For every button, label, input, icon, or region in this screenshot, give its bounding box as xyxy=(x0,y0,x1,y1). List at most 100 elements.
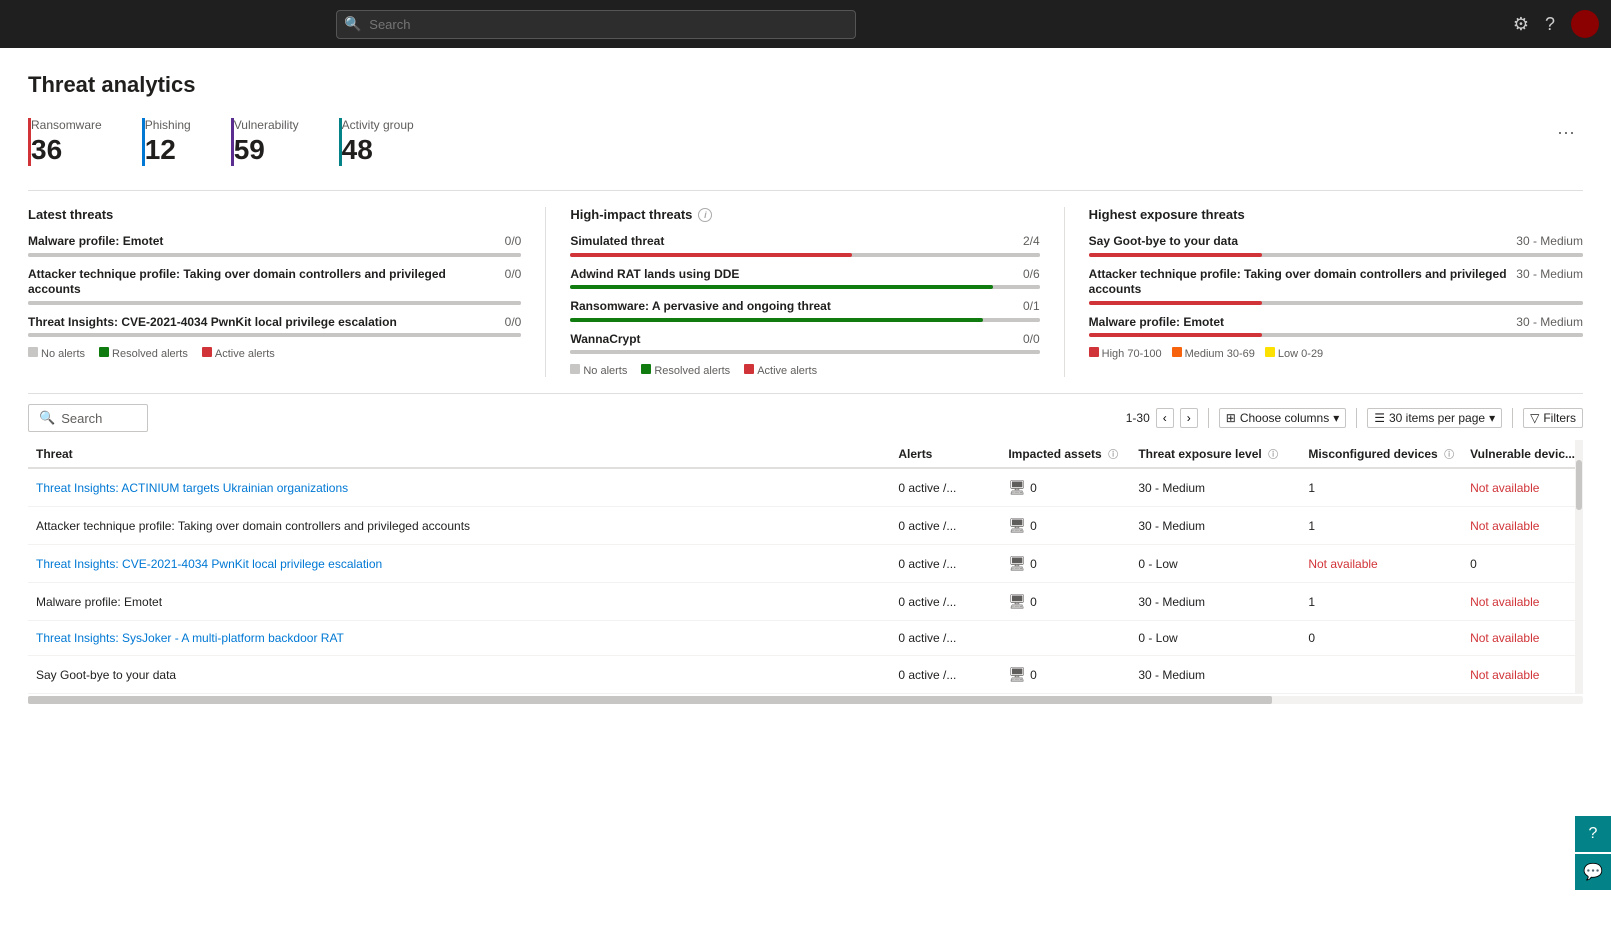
exp-threat-score-3: 30 - Medium xyxy=(1516,315,1583,331)
hi-threat-row-2[interactable]: Adwind RAT lands using DDE 0/6 xyxy=(570,267,1039,290)
chart-button[interactable]: 💬 xyxy=(1575,854,1611,890)
exp-legend-high: High 70-100 xyxy=(1102,348,1162,360)
more-button[interactable]: ··· xyxy=(1549,118,1583,147)
feedback-button[interactable]: ? xyxy=(1575,816,1611,852)
row4-vulnerable: Not available xyxy=(1462,583,1583,621)
row3-threat[interactable]: Threat Insights: CVE-2021-4034 PwnKit lo… xyxy=(28,545,890,583)
exp-bar-3 xyxy=(1089,333,1583,337)
row5-threat[interactable]: Threat Insights: SysJoker - A multi-plat… xyxy=(28,621,890,656)
stat-activity-group[interactable]: Activity group 48 xyxy=(339,118,434,166)
filters-label: Filters xyxy=(1543,411,1576,425)
col-vulnerable: Vulnerable devic... xyxy=(1462,440,1583,468)
col-exposure: Threat exposure level ⓘ xyxy=(1130,440,1300,468)
row1-impacted: 🖥 0 xyxy=(1000,468,1130,507)
horizontal-scrollbar[interactable] xyxy=(28,696,1583,704)
pagination: 1-30 ‹ › ⊞ Choose columns ▾ ☰ 30 items p… xyxy=(1126,408,1583,428)
stat-phishing[interactable]: Phishing 12 xyxy=(142,118,211,166)
row2-vulnerable: Not available xyxy=(1462,507,1583,545)
stat-vulnerability-label: Vulnerability xyxy=(234,118,299,132)
row4-exposure: 30 - Medium xyxy=(1130,583,1300,621)
table-header-row: Threat Alerts Impacted assets ⓘ Threat e… xyxy=(28,440,1583,468)
latest-threats-panel: Latest threats Malware profile: Emotet 0… xyxy=(28,207,546,377)
exposure-legend: High 70-100 Medium 30-69 Low 0-29 xyxy=(1089,347,1583,360)
row3-vulnerable: 0 xyxy=(1462,545,1583,583)
row5-alerts: 0 active /... xyxy=(890,621,1000,656)
table-row[interactable]: Malware profile: Emotet 0 active /... 🖥 … xyxy=(28,583,1583,621)
row1-alerts: 0 active /... xyxy=(890,468,1000,507)
table-row[interactable]: Threat Insights: SysJoker - A multi-plat… xyxy=(28,621,1583,656)
pagination-prev[interactable]: ‹ xyxy=(1156,408,1174,428)
exposure-info-icon: ⓘ xyxy=(1268,450,1278,461)
row6-alerts: 0 active /... xyxy=(890,656,1000,694)
exp-threat-row-2[interactable]: Attacker technique profile: Taking over … xyxy=(1089,267,1583,305)
row3-exposure: 0 - Low xyxy=(1130,545,1300,583)
row6-vulnerable: Not available xyxy=(1462,656,1583,694)
per-page-label: 30 items per page xyxy=(1389,411,1485,425)
stat-ransomware[interactable]: Ransomware 36 xyxy=(28,118,122,166)
stat-ransomware-label: Ransomware xyxy=(31,118,102,132)
impacted-icon: 🖥 xyxy=(1008,666,1026,683)
per-page-chevron: ▾ xyxy=(1489,411,1495,425)
toolbar-sep-3 xyxy=(1512,408,1513,428)
row2-misconfigured: 1 xyxy=(1300,507,1462,545)
row4-threat: Malware profile: Emotet xyxy=(28,583,890,621)
main-content: Threat analytics Ransomware 36 Phishing … xyxy=(0,48,1611,950)
exp-legend-medium: Medium 30-69 xyxy=(1185,348,1255,360)
row6-exposure: 30 - Medium xyxy=(1130,656,1300,694)
threat-score-2: 0/0 xyxy=(505,267,522,298)
hi-threat-name-3: Ransomware: A pervasive and ongoing thre… xyxy=(570,299,831,315)
row4-alerts: 0 active /... xyxy=(890,583,1000,621)
hi-bar-3 xyxy=(570,318,1039,322)
h-scrollbar-thumb[interactable] xyxy=(28,696,1272,704)
hi-legend-resolved: Resolved alerts xyxy=(654,365,730,377)
highest-exposure-panel: Highest exposure threats Say Goot-bye to… xyxy=(1065,207,1583,377)
row6-threat: Say Goot-bye to your data xyxy=(28,656,890,694)
exp-threat-row-1[interactable]: Say Goot-bye to your data 30 - Medium xyxy=(1089,234,1583,257)
row6-impacted: 🖥 0 xyxy=(1000,656,1130,694)
hi-threat-row-1[interactable]: Simulated threat 2/4 xyxy=(570,234,1039,257)
stat-phishing-label: Phishing xyxy=(145,118,191,132)
table-row[interactable]: Threat Insights: ACTINIUM targets Ukrain… xyxy=(28,468,1583,507)
pagination-next[interactable]: › xyxy=(1180,408,1198,428)
settings-icon[interactable]: ⚙ xyxy=(1513,14,1529,35)
filters-button[interactable]: ▽ Filters xyxy=(1523,408,1583,428)
choose-columns-button[interactable]: ⊞ Choose columns ▾ xyxy=(1219,408,1346,428)
filters-icon: ▽ xyxy=(1530,411,1539,425)
table-row[interactable]: Say Goot-bye to your data 0 active /... … xyxy=(28,656,1583,694)
latest-legend: No alerts Resolved alerts Active alerts xyxy=(28,347,521,360)
exp-threat-row-3[interactable]: Malware profile: Emotet 30 - Medium xyxy=(1089,315,1583,338)
col-threat: Threat xyxy=(28,440,890,468)
page-title: Threat analytics xyxy=(28,72,1583,98)
table-row[interactable]: Attacker technique profile: Taking over … xyxy=(28,507,1583,545)
topbar-right: ⚙ ? xyxy=(1513,10,1599,38)
table-wrapper: Threat Alerts Impacted assets ⓘ Threat e… xyxy=(28,440,1583,694)
toolbar-sep-1 xyxy=(1208,408,1209,428)
stat-vulnerability[interactable]: Vulnerability 59 xyxy=(231,118,319,166)
help-icon[interactable]: ? xyxy=(1545,14,1555,35)
threat-row-2[interactable]: Attacker technique profile: Taking over … xyxy=(28,267,521,305)
threat-row-1[interactable]: Malware profile: Emotet 0/0 xyxy=(28,234,521,257)
hi-threat-row-4[interactable]: WannaCrypt 0/0 xyxy=(570,332,1039,355)
avatar[interactable] xyxy=(1571,10,1599,38)
threat-row-3[interactable]: Threat Insights: CVE-2021-4034 PwnKit lo… xyxy=(28,315,521,338)
search-input[interactable] xyxy=(336,10,856,39)
stat-ransomware-value: 36 xyxy=(31,134,102,166)
exp-legend-low: Low 0-29 xyxy=(1278,348,1323,360)
row2-alerts: 0 active /... xyxy=(890,507,1000,545)
row5-exposure: 0 - Low xyxy=(1130,621,1300,656)
highest-exposure-title: Highest exposure threats xyxy=(1089,207,1583,222)
table-row[interactable]: Threat Insights: CVE-2021-4034 PwnKit lo… xyxy=(28,545,1583,583)
stats-row: Ransomware 36 Phishing 12 Vulnerability … xyxy=(28,118,1583,166)
hi-threat-score-4: 0/0 xyxy=(1023,332,1040,348)
scrollbar-track[interactable] xyxy=(1575,440,1583,694)
high-impact-info-icon: i xyxy=(698,208,712,222)
hi-threat-row-3[interactable]: Ransomware: A pervasive and ongoing thre… xyxy=(570,299,1039,322)
misconfigured-info-icon: ⓘ xyxy=(1444,450,1454,461)
table-search[interactable]: 🔍 Search xyxy=(28,404,148,432)
per-page-icon: ☰ xyxy=(1374,411,1385,425)
stat-phishing-value: 12 xyxy=(145,134,191,166)
row1-threat[interactable]: Threat Insights: ACTINIUM targets Ukrain… xyxy=(28,468,890,507)
per-page-button[interactable]: ☰ 30 items per page ▾ xyxy=(1367,408,1502,428)
stat-vulnerability-value: 59 xyxy=(234,134,299,166)
scrollbar-thumb[interactable] xyxy=(1576,460,1582,510)
